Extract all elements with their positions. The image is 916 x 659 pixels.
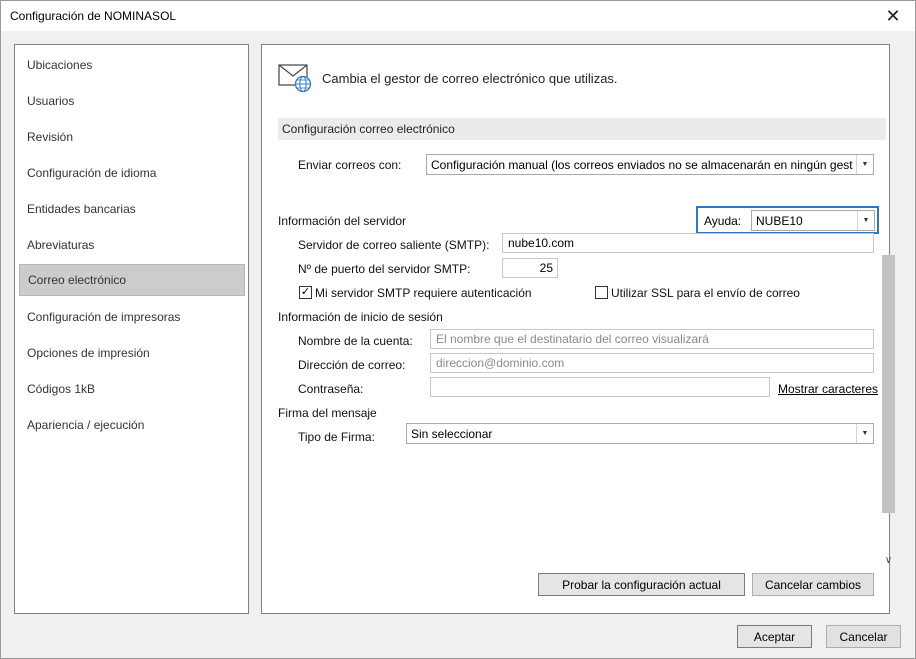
- scroll-thumb[interactable]: [882, 255, 895, 513]
- send-with-value: Configuración manual (los correos enviad…: [431, 158, 853, 172]
- sidebar-nav: Ubicaciones Usuarios Revisión Configurac…: [14, 44, 249, 614]
- help-group: Ayuda: NUBE10 ▼: [696, 206, 879, 234]
- server-info-title: Información del servidor: [278, 214, 407, 228]
- sidebar-item-usuarios[interactable]: Usuarios: [19, 85, 245, 117]
- ssl-label: Utilizar SSL para el envío de correo: [611, 286, 800, 300]
- show-characters-link[interactable]: Mostrar caracteres: [778, 382, 878, 396]
- sidebar-item-ubicaciones[interactable]: Ubicaciones: [19, 49, 245, 81]
- send-with-select[interactable]: Configuración manual (los correos enviad…: [426, 154, 874, 175]
- smtp-label: Servidor de correo saliente (SMTP):: [298, 238, 490, 252]
- sidebar-item-idioma[interactable]: Configuración de idioma: [19, 157, 245, 189]
- password-label: Contraseña:: [298, 382, 364, 396]
- window-title: Configuración de NOMINASOL: [10, 9, 177, 23]
- close-icon[interactable]: ✕: [871, 1, 915, 31]
- sidebar-item-apariencia[interactable]: Apariencia / ejecución: [19, 409, 245, 441]
- help-value: NUBE10: [756, 214, 803, 228]
- sidebar-item-codigos-1kb[interactable]: Códigos 1kB: [19, 373, 245, 405]
- sidebar-item-abreviaturas[interactable]: Abreviaturas: [19, 229, 245, 261]
- sidebar-item-revision[interactable]: Revisión: [19, 121, 245, 153]
- signature-type-select[interactable]: Sin seleccionar ▼: [406, 423, 874, 444]
- login-info-title: Información de inicio de sesión: [278, 310, 443, 324]
- sidebar-item-entidades-bancarias[interactable]: Entidades bancarias: [19, 193, 245, 225]
- mail-globe-icon: [278, 64, 312, 93]
- password-input[interactable]: [430, 377, 770, 397]
- dialog-window: Configuración de NOMINASOL ✕ Ubicaciones…: [0, 0, 916, 659]
- sidebar-item-impresoras[interactable]: Configuración de impresoras: [19, 301, 245, 333]
- sidebar-item-correo-electronico[interactable]: Correo electrónico: [19, 264, 245, 296]
- port-label: Nº de puerto del servidor SMTP:: [298, 262, 471, 276]
- vertical-scrollbar[interactable]: ∨: [881, 237, 896, 567]
- panel-heading: Cambia el gestor de correo electrónico q…: [322, 71, 618, 86]
- section-title: Configuración correo electrónico: [278, 118, 886, 140]
- chevron-down-icon: ▼: [856, 424, 873, 443]
- signature-type-value: Sin seleccionar: [411, 427, 493, 441]
- cancel-changes-button[interactable]: Cancelar cambios: [752, 573, 874, 596]
- email-label: Dirección de correo:: [298, 358, 406, 372]
- ssl-checkbox[interactable]: [595, 286, 608, 299]
- signature-title: Firma del mensaje: [278, 406, 377, 420]
- chevron-down-icon: ▼: [857, 211, 874, 230]
- email-input[interactable]: direccion@dominio.com: [430, 353, 874, 373]
- sidebar-item-opciones-impresion[interactable]: Opciones de impresión: [19, 337, 245, 369]
- accept-button[interactable]: Aceptar: [737, 625, 812, 648]
- test-config-button[interactable]: Probar la configuración actual: [538, 573, 745, 596]
- auth-checkbox[interactable]: ✓: [299, 286, 312, 299]
- smtp-input[interactable]: nube10.com: [502, 233, 874, 253]
- account-input[interactable]: El nombre que el destinatario del correo…: [430, 329, 874, 349]
- port-input[interactable]: 25: [502, 258, 558, 278]
- title-bar: Configuración de NOMINASOL ✕: [1, 1, 915, 31]
- help-label: Ayuda:: [704, 214, 742, 228]
- send-with-label: Enviar correos con:: [298, 158, 402, 172]
- settings-panel: Cambia el gestor de correo electrónico q…: [261, 44, 895, 614]
- help-select[interactable]: NUBE10 ▼: [751, 210, 875, 231]
- cancel-button[interactable]: Cancelar: [826, 625, 901, 648]
- auth-label: Mi servidor SMTP requiere autenticación: [315, 286, 532, 300]
- chevron-down-icon: ▼: [856, 155, 873, 174]
- scroll-down-icon[interactable]: ∨: [881, 553, 896, 567]
- signature-type-label: Tipo de Firma:: [298, 430, 375, 444]
- account-label: Nombre de la cuenta:: [298, 334, 413, 348]
